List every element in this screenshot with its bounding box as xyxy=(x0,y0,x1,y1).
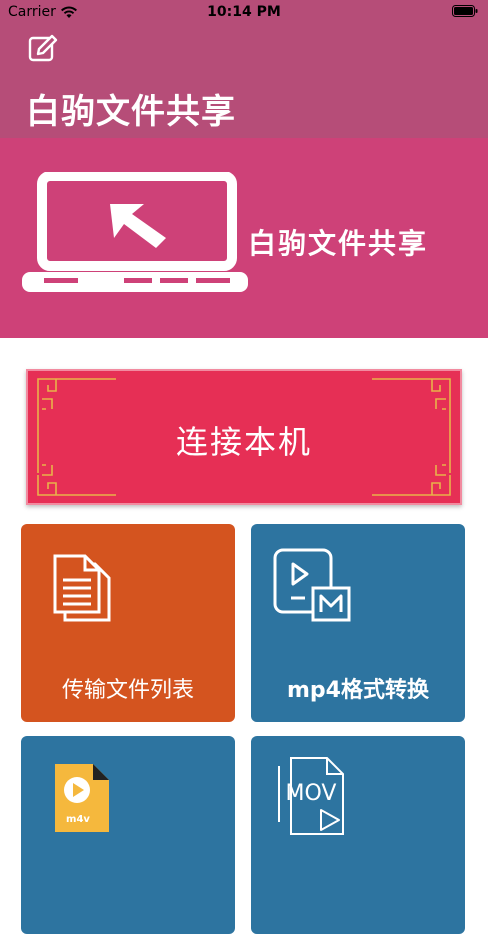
page-title: 白驹文件共享 xyxy=(26,92,236,132)
clock: 10:14 PM xyxy=(207,4,281,20)
app-header: Carrier 10:14 PM 白驹文件共享 xyxy=(0,0,488,138)
mov-file-text: MOV xyxy=(286,781,337,806)
status-bar: Carrier 10:14 PM xyxy=(0,0,488,26)
tile-label: 传输文件列表 xyxy=(61,678,194,703)
tile-transfer-file-list[interactable]: 传输文件列表 xyxy=(21,524,235,722)
banner-title: 白驹文件共享 xyxy=(248,227,429,260)
connect-button-label: 连接本机 xyxy=(175,423,312,461)
connect-button[interactable]: 连接本机 xyxy=(26,369,462,505)
tile-mp4-convert[interactable]: mp4格式转换 xyxy=(251,524,465,722)
m4v-file-text: m4v xyxy=(66,814,90,825)
mov-file-icon: MOV xyxy=(278,757,344,835)
tile-label: mp4格式转换 xyxy=(287,678,429,703)
document-list-icon xyxy=(53,554,111,622)
tile-mov[interactable]: MOV xyxy=(251,736,465,934)
tile-m4v[interactable]: m4v xyxy=(21,736,235,934)
laptop-cursor-icon xyxy=(22,172,248,292)
m4v-file-icon: m4v xyxy=(55,764,109,832)
battery-icon xyxy=(452,5,478,17)
edit-icon[interactable] xyxy=(28,34,58,64)
video-convert-icon xyxy=(273,548,351,622)
